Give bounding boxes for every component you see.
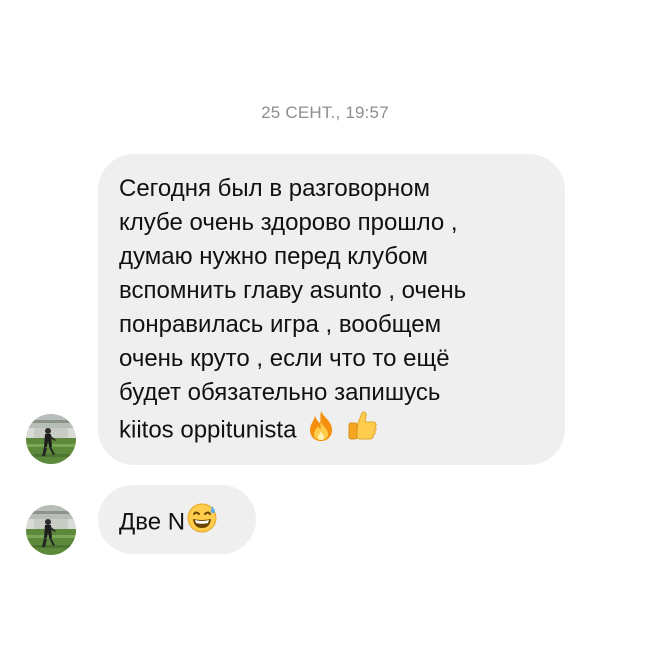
sender-avatar[interactable] xyxy=(26,505,76,555)
sender-avatar[interactable] xyxy=(26,414,76,464)
thumbs-up-emoji-icon xyxy=(346,410,378,452)
message-line: Сегодня был в разговорном xyxy=(119,175,431,202)
message-line: клубе очень здорово прошло , xyxy=(119,209,458,236)
avatar-photo-icon xyxy=(26,505,76,555)
fire-emoji-icon xyxy=(306,410,336,452)
avatar-photo-icon xyxy=(26,414,76,464)
message-line: будет обязательно запишусь xyxy=(119,379,441,406)
message-bubble[interactable]: Две N xyxy=(98,485,256,554)
message-text: Две N xyxy=(119,508,186,536)
message-line: очень круто , если что то ещё xyxy=(119,345,450,372)
message-line: понравилась игра , вообщем xyxy=(119,311,442,338)
message-bubble[interactable]: Сегодня был в разговорном клубе очень зд… xyxy=(98,154,565,465)
message-line: думаю нужно перед клубом xyxy=(119,243,428,270)
message-timestamp: 25 СЕНТ., 19:57 xyxy=(261,103,389,122)
grinning-sweat-emoji-icon xyxy=(186,502,218,544)
message-line: вспомнить главу asunto , очень xyxy=(119,277,467,304)
chat-screen: 25 СЕНТ., 19:57 Сегодня был в разговорно… xyxy=(0,0,650,650)
message-line-text: kiitos oppitunista xyxy=(119,416,297,444)
message-line-last: kiitos oppitunista xyxy=(119,410,545,452)
